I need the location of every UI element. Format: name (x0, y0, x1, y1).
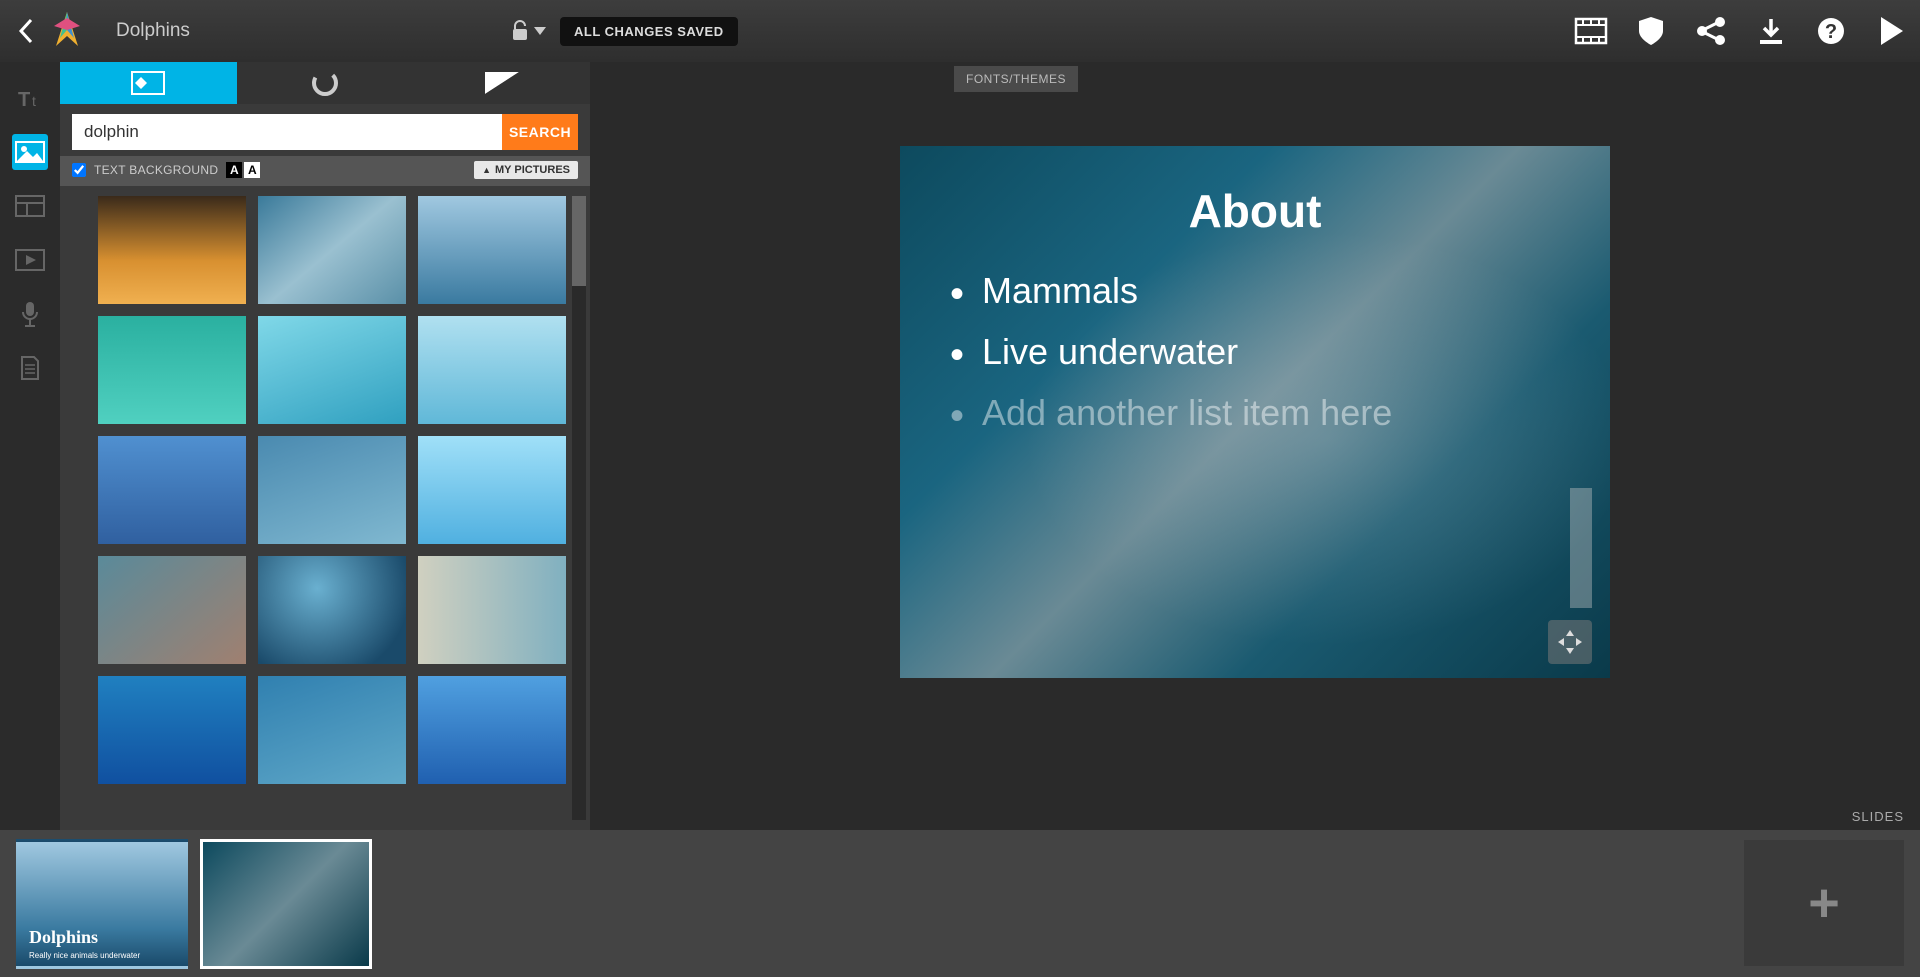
project-title[interactable]: Dolphins (116, 20, 190, 42)
svg-text:T: T (18, 89, 30, 110)
back-button[interactable] (12, 11, 42, 51)
credit-bar[interactable] (1570, 488, 1592, 608)
fonts-themes-button[interactable]: FONTS/THEMES (954, 66, 1078, 92)
image-result[interactable] (418, 316, 566, 424)
search-row: SEARCH (60, 104, 590, 156)
slide-thumb-2[interactable] (200, 839, 372, 969)
slide-canvas[interactable]: About Mammals Live underwater Add anothe… (900, 146, 1610, 678)
text-light-option[interactable]: A (244, 162, 260, 178)
share-icon[interactable] (1694, 14, 1728, 48)
thumb-title: Dolphins (29, 927, 98, 948)
image-result[interactable] (418, 676, 566, 784)
layout-tool[interactable] (12, 188, 48, 224)
tab-background[interactable] (413, 62, 590, 104)
audio-tool[interactable] (12, 296, 48, 332)
left-tool-rail: Tt (0, 62, 60, 830)
film-icon[interactable] (1574, 14, 1608, 48)
image-result[interactable] (98, 556, 246, 664)
search-button[interactable]: SEARCH (502, 114, 578, 150)
main-area: Tt (0, 62, 1920, 830)
image-tool[interactable] (12, 134, 48, 170)
my-pictures-label: MY PICTURES (495, 164, 570, 176)
image-result[interactable] (258, 316, 406, 424)
slide-title[interactable]: About (950, 184, 1560, 238)
bullet-item[interactable]: Live underwater (950, 321, 1560, 382)
slides-filmstrip: Dolphins Really nice animals underwater … (0, 830, 1920, 977)
media-panel: SEARCH TEXT BACKGROUND A A ▲ MY PICTURES (60, 62, 590, 830)
tab-images[interactable] (60, 62, 237, 104)
image-result[interactable] (98, 436, 246, 544)
image-result[interactable] (98, 676, 246, 784)
text-dark-option[interactable]: A (226, 162, 242, 178)
document-tool[interactable] (12, 350, 48, 386)
text-tool[interactable]: Tt (12, 80, 48, 116)
image-result[interactable] (418, 556, 566, 664)
save-status: ALL CHANGES SAVED (560, 17, 738, 46)
results-scrollbar[interactable] (572, 196, 586, 820)
video-tool[interactable] (12, 242, 48, 278)
thumb-subtitle: Really nice animals underwater (29, 951, 140, 960)
app-logo[interactable] (46, 8, 88, 55)
text-contrast-toggle[interactable]: A A (226, 162, 260, 178)
image-result[interactable] (258, 436, 406, 544)
privacy-toggle[interactable] (510, 19, 546, 43)
options-row: TEXT BACKGROUND A A ▲ MY PICTURES (60, 156, 590, 186)
slide-thumb-1[interactable]: Dolphins Really nice animals underwater (16, 839, 188, 969)
text-background-checkbox[interactable] (72, 163, 86, 177)
svg-text:?: ? (1825, 21, 1837, 43)
image-result[interactable] (418, 436, 566, 544)
tab-charts[interactable] (237, 62, 414, 104)
svg-text:t: t (32, 93, 36, 109)
image-result[interactable] (258, 556, 406, 664)
download-icon[interactable] (1754, 14, 1788, 48)
text-background-label: TEXT BACKGROUND (94, 163, 218, 177)
image-result[interactable] (258, 196, 406, 304)
bullet-placeholder[interactable]: Add another list item here (950, 382, 1560, 443)
image-result[interactable] (98, 316, 246, 424)
move-handle[interactable] (1548, 620, 1592, 664)
help-icon[interactable]: ? (1814, 14, 1848, 48)
image-result[interactable] (98, 196, 246, 304)
image-result[interactable] (258, 676, 406, 784)
scrollbar-thumb[interactable] (572, 196, 586, 286)
image-results (60, 186, 590, 830)
plus-icon: + (1808, 872, 1840, 934)
play-icon[interactable] (1874, 14, 1908, 48)
slide-bullet-list[interactable]: Mammals Live underwater Add another list… (950, 260, 1560, 444)
slides-label: SLIDES (1852, 809, 1904, 824)
add-slide-button[interactable]: + (1744, 840, 1904, 966)
search-input[interactable] (72, 114, 502, 150)
image-result[interactable] (418, 196, 566, 304)
shield-icon[interactable] (1634, 14, 1668, 48)
canvas-area: FONTS/THEMES About Mammals Live underwat… (590, 62, 1920, 830)
bullet-item[interactable]: Mammals (950, 260, 1560, 321)
my-pictures-button[interactable]: ▲ MY PICTURES (474, 161, 578, 179)
top-bar: Dolphins ALL CHANGES SAVED ? (0, 0, 1920, 62)
panel-tabs (60, 62, 590, 104)
top-right-toolbar: ? (1574, 14, 1908, 48)
